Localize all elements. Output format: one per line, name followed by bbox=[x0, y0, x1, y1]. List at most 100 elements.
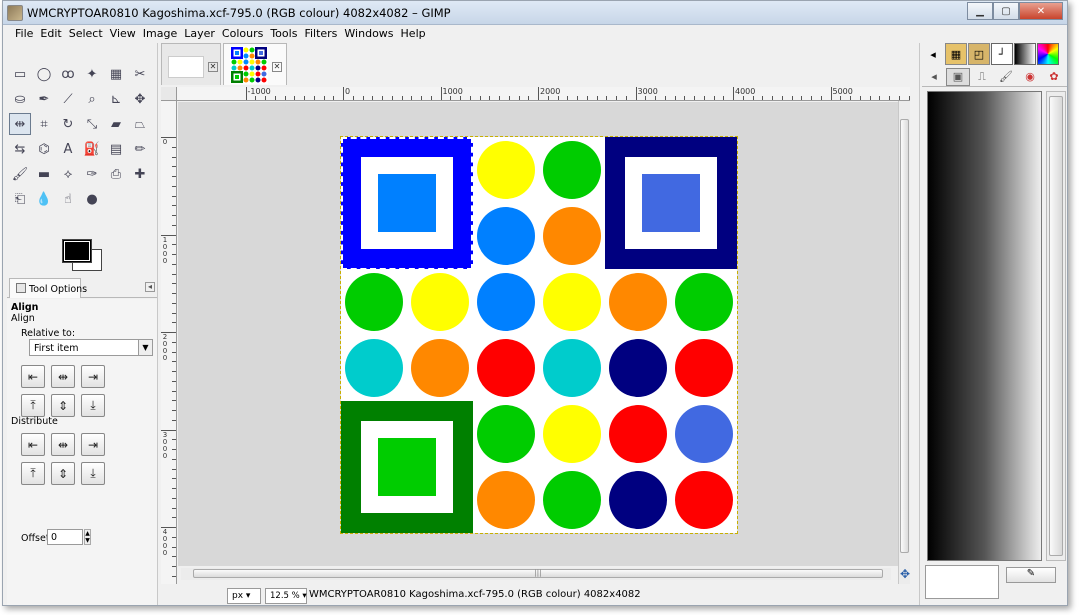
menu-layer[interactable]: Layer bbox=[181, 25, 219, 43]
tab-tool-options[interactable]: Tool Options bbox=[9, 278, 87, 298]
align-icon[interactable]: ⇹ bbox=[9, 113, 31, 135]
image-tab-empty[interactable]: ✕ bbox=[161, 43, 221, 85]
paintbrush-icon[interactable]: 🖌 bbox=[9, 163, 31, 185]
menu-colours[interactable]: Colours bbox=[219, 25, 267, 43]
vertical-scrollbar[interactable] bbox=[898, 101, 910, 587]
ink-icon[interactable]: ✑ bbox=[81, 163, 103, 185]
free-select-icon[interactable]: ꝏ bbox=[57, 63, 79, 85]
eraser-icon[interactable]: ▬ bbox=[33, 163, 55, 185]
foreground-select-icon[interactable]: ⛀ bbox=[9, 88, 31, 110]
bucket-fill-icon[interactable]: ⛽ bbox=[81, 138, 103, 160]
align-center-button[interactable]: ⇹ bbox=[51, 365, 75, 388]
layers-tab-icon[interactable]: ▦ bbox=[945, 43, 967, 65]
distribute-middle-button[interactable]: ⇕ bbox=[51, 462, 75, 485]
device-status-icon[interactable]: ⎍ bbox=[970, 68, 994, 86]
fg-bg-colors[interactable] bbox=[60, 239, 106, 273]
vertical-ruler[interactable]: 0 1 0 0 0 2 0 0 0 3 0 0 0 4 0 0 0 bbox=[161, 101, 177, 587]
gradients-tab-icon[interactable] bbox=[1014, 43, 1036, 65]
align-middle-button[interactable]: ⇕ bbox=[51, 394, 75, 417]
clone-icon[interactable]: ⎙ bbox=[105, 163, 127, 185]
cage-icon[interactable]: ⌬ bbox=[33, 138, 55, 160]
tab-menu-icon[interactable]: ◂ bbox=[922, 43, 944, 65]
menu-select[interactable]: Select bbox=[66, 25, 107, 43]
dock-preview-field[interactable] bbox=[925, 565, 999, 599]
menu-image[interactable]: Image bbox=[140, 25, 181, 43]
edit-button[interactable]: ✎ bbox=[1006, 567, 1056, 583]
blur-icon[interactable]: 💧 bbox=[33, 188, 55, 210]
scrollbar-thumb[interactable]: ||| bbox=[193, 569, 883, 578]
distribute-bottom-button[interactable]: ⤓ bbox=[81, 462, 105, 485]
menu-view[interactable]: View bbox=[107, 25, 140, 43]
channels-tab-icon[interactable]: ◰ bbox=[968, 43, 990, 65]
tool-options-tab-icon[interactable]: ▣ bbox=[946, 67, 970, 86]
horizontal-scrollbar[interactable]: ||| bbox=[181, 568, 891, 580]
scale-icon[interactable]: ⤡ bbox=[81, 113, 103, 135]
shear-icon[interactable]: ▰ bbox=[105, 113, 127, 135]
patterns-tab-icon[interactable]: ◉ bbox=[1018, 68, 1042, 86]
smudge-icon[interactable]: ☝ bbox=[57, 188, 79, 210]
close-button[interactable]: ✕ bbox=[1019, 2, 1063, 20]
pencil-icon[interactable]: ✏ bbox=[129, 138, 151, 160]
scissors-icon[interactable]: ✂ bbox=[129, 63, 151, 85]
fuzzy-select-icon[interactable]: ✦ bbox=[81, 63, 103, 85]
gradient-preview[interactable] bbox=[927, 91, 1042, 561]
ellipse-select-icon[interactable]: ◯ bbox=[33, 63, 55, 85]
menu-filters[interactable]: Filters bbox=[301, 25, 341, 43]
perspective-icon[interactable]: ⏢ bbox=[129, 113, 151, 135]
distribute-left-button[interactable]: ⇤ bbox=[21, 433, 45, 456]
menu-file[interactable]: File bbox=[12, 25, 37, 43]
crop-icon[interactable]: ⌗ bbox=[33, 113, 55, 135]
close-icon[interactable]: ✕ bbox=[208, 62, 218, 72]
close-icon[interactable]: ✕ bbox=[272, 62, 282, 72]
align-left-button[interactable]: ⇤ bbox=[21, 365, 45, 388]
relative-to-select[interactable]: First item ▼ bbox=[29, 339, 153, 356]
align-bottom-button[interactable]: ⤓ bbox=[81, 394, 105, 417]
flip-icon[interactable]: ⇆ bbox=[9, 138, 31, 160]
menu-windows[interactable]: Windows bbox=[341, 25, 397, 43]
palettes-tab-icon[interactable] bbox=[1037, 43, 1059, 65]
paths-icon[interactable]: ✒ bbox=[33, 88, 55, 110]
menu-help[interactable]: Help bbox=[398, 25, 430, 43]
color-picker-icon[interactable]: ⟋ bbox=[57, 88, 79, 110]
menu-tools[interactable]: Tools bbox=[267, 25, 301, 43]
align-top-button[interactable]: ⤒ bbox=[21, 394, 45, 417]
menu-edit[interactable]: Edit bbox=[37, 25, 65, 43]
fonts-tab-icon[interactable]: ✿ bbox=[1042, 68, 1066, 86]
tab-menu-icon[interactable]: ◂ bbox=[922, 68, 946, 86]
ruler-corner[interactable] bbox=[161, 87, 177, 101]
maximize-button[interactable]: ▢ bbox=[993, 2, 1019, 20]
distribute-center-button[interactable]: ⇹ bbox=[51, 433, 75, 456]
distribute-top-button[interactable]: ⤒ bbox=[21, 462, 45, 485]
dodge-burn-icon[interactable]: ● bbox=[81, 188, 103, 210]
scrollbar-thumb[interactable] bbox=[900, 119, 909, 553]
perspective-clone-icon[interactable]: ⎗ bbox=[9, 188, 31, 210]
rect-select-icon[interactable]: ▭ bbox=[9, 63, 31, 85]
navigate-icon[interactable]: ✥ bbox=[898, 567, 912, 581]
brushes-tab-icon[interactable]: 🖌 bbox=[994, 68, 1018, 86]
offset-input[interactable]: 0 bbox=[47, 529, 83, 545]
rotate-icon[interactable]: ↻ bbox=[57, 113, 79, 135]
move-icon[interactable]: ✥ bbox=[129, 88, 151, 110]
blend-icon[interactable]: ▤ bbox=[105, 138, 127, 160]
distribute-right-button[interactable]: ⇥ bbox=[81, 433, 105, 456]
zoom-icon[interactable]: ⌕ bbox=[81, 88, 103, 110]
image[interactable] bbox=[340, 136, 738, 534]
paths-tab-icon[interactable]: ┘ bbox=[991, 43, 1013, 65]
foreground-color-swatch[interactable] bbox=[62, 239, 92, 263]
dock-scrollbar[interactable] bbox=[1046, 91, 1066, 561]
minimize-button[interactable]: ▁ bbox=[967, 2, 993, 20]
tab-menu-icon[interactable]: ◂ bbox=[145, 282, 155, 292]
select-by-color-icon[interactable]: ▦ bbox=[105, 63, 127, 85]
horizontal-ruler[interactable]: -1000 0 1000 2000 3000 4000 5000 bbox=[177, 87, 910, 101]
measure-icon[interactable]: ⊾ bbox=[105, 88, 127, 110]
scrollbar-thumb[interactable] bbox=[1049, 96, 1063, 556]
offset-stepper[interactable]: ▲ ▼ bbox=[84, 529, 91, 545]
zoom-select[interactable]: 12.5 % ▾ bbox=[265, 588, 307, 604]
airbrush-icon[interactable]: ⟡ bbox=[57, 163, 79, 185]
align-right-button[interactable]: ⇥ bbox=[81, 365, 105, 388]
text-icon[interactable]: A bbox=[57, 138, 79, 160]
heal-icon[interactable]: ✚ bbox=[129, 163, 151, 185]
image-tab-active[interactable]: ✕ bbox=[223, 43, 287, 85]
canvas[interactable] bbox=[178, 102, 908, 566]
unit-select[interactable]: px ▾ bbox=[227, 588, 261, 604]
